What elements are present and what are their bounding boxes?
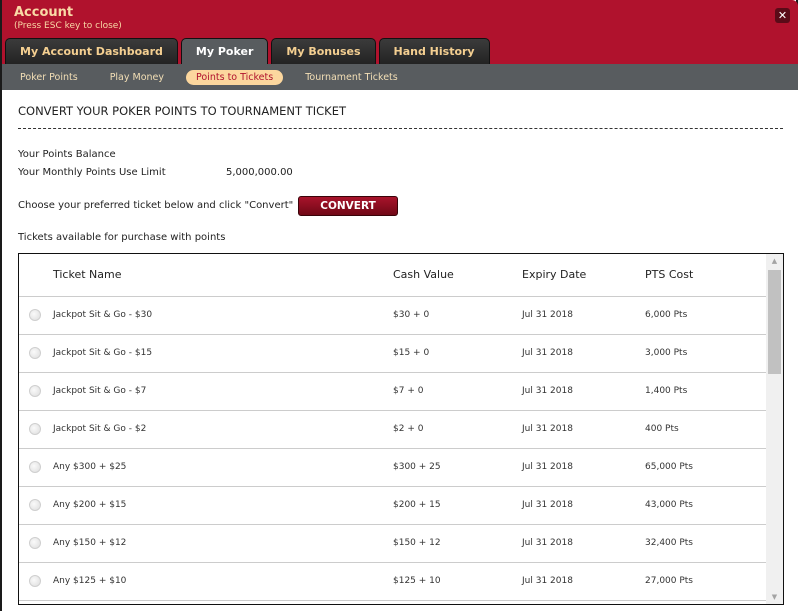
window-header: Account (Press ESC key to close) ✕ My Ac…: [2, 0, 798, 64]
expiry-date: Jul 31 2018: [522, 486, 645, 525]
page-title: CONVERT YOUR POKER POINTS TO TOURNAMENT …: [18, 104, 346, 118]
tab-hand-history[interactable]: Hand History: [378, 38, 490, 64]
table-row[interactable]: Any $150 + $12 $150 + 12 Jul 31 2018 32,400…: [19, 524, 766, 563]
table-row[interactable]: Jackpot Sit & Go - $15 $15 + 0 Jul 31 2018…: [19, 334, 766, 373]
expiry-date: Jul 31 2018: [522, 524, 645, 563]
select-cell: [19, 296, 53, 335]
window-title: Account: [14, 5, 74, 20]
header-pts-cost: PTS Cost: [645, 254, 766, 297]
cash-value: $125 + 10: [393, 562, 522, 601]
ticket-name: Any $200 + $15: [53, 486, 393, 525]
table-row[interactable]: Any $125 + $10 $125 + 10 Jul 31 2018 27,000…: [19, 562, 766, 601]
cash-value: $200 + 15: [393, 486, 522, 525]
header-ticket-name: Ticket Name: [53, 254, 393, 297]
ticket-radio[interactable]: [29, 537, 41, 549]
header-expiry-date: Expiry Date: [522, 254, 645, 297]
account-window: Account (Press ESC key to close) ✕ My Ac…: [0, 0, 798, 611]
subtab-play-money[interactable]: Play Money: [100, 70, 174, 85]
convert-button[interactable]: CONVERT: [298, 196, 398, 216]
ticket-radio[interactable]: [29, 309, 41, 321]
pts-cost: 3,000 Pts: [645, 334, 766, 373]
tickets-label: Tickets available for purchase with poin…: [18, 232, 226, 243]
pts-cost: 27,000 Pts: [645, 562, 766, 601]
expiry-date: Jul 31 2018: [522, 448, 645, 487]
expiry-date: Jul 31 2018: [522, 410, 645, 449]
scrollbar-thumb[interactable]: [768, 270, 781, 374]
pts-cost: 1,400 Pts: [645, 372, 766, 411]
table-row[interactable]: Any $300 + $25 $300 + 25 Jul 31 2018 65,000…: [19, 448, 766, 487]
subtab-tournament-tickets[interactable]: Tournament Tickets: [295, 70, 408, 85]
main-tabs: My Account Dashboard My Poker My Bonuses…: [5, 38, 490, 64]
cash-value: $7 + 0: [393, 372, 522, 411]
table-row[interactable]: Jackpot Sit & Go - $2 $2 + 0 Jul 31 2018 40…: [19, 410, 766, 449]
tickets-table: Ticket Name Cash Value Expiry Date PTS C…: [18, 253, 784, 605]
pts-cost: 32,400 Pts: [645, 524, 766, 563]
table-row[interactable]: Any $200 + $15 $200 + 15 Jul 31 2018 43,000…: [19, 486, 766, 525]
subtab-points-to-tickets[interactable]: Points to Tickets: [186, 69, 284, 85]
close-icon[interactable]: ✕: [775, 8, 790, 23]
table-row[interactable]: Jackpot Sit & Go - $30 $30 + 0 Jul 31 2018…: [19, 296, 766, 335]
ticket-name: Any $150 + $12: [53, 524, 393, 563]
ticket-name: Jackpot Sit & Go - $7: [53, 372, 393, 411]
cash-value: $150 + 12: [393, 524, 522, 563]
pts-cost: 6,000 Pts: [645, 296, 766, 335]
pts-cost: 43,000 Pts: [645, 486, 766, 525]
monthly-limit-label: Your Monthly Points Use Limit: [18, 167, 166, 178]
ticket-radio[interactable]: [29, 423, 41, 435]
instruction-text: Choose your preferred ticket below and c…: [18, 200, 294, 211]
select-cell: [19, 562, 53, 601]
tab-my-account-dashboard[interactable]: My Account Dashboard: [5, 38, 178, 64]
ticket-radio[interactable]: [29, 385, 41, 397]
scroll-up-icon[interactable]: ▲: [766, 257, 783, 265]
pts-cost: 65,000 Pts: [645, 448, 766, 487]
window-subtitle: (Press ESC key to close): [14, 21, 122, 31]
tab-my-poker[interactable]: My Poker: [180, 38, 269, 64]
select-cell: [19, 524, 53, 563]
ticket-name: Any $125 + $10: [53, 562, 393, 601]
ticket-radio[interactable]: [29, 347, 41, 359]
table-row[interactable]: Jackpot Sit & Go - $7 $7 + 0 Jul 31 2018 1,…: [19, 372, 766, 411]
ticket-name: Jackpot Sit & Go - $2: [53, 410, 393, 449]
scroll-down-icon[interactable]: ▼: [766, 593, 783, 601]
header-select: [19, 254, 53, 297]
ticket-name: Jackpot Sit & Go - $15: [53, 334, 393, 373]
ticket-name: Jackpot Sit & Go - $30: [53, 296, 393, 335]
monthly-limit-value: 5,000,000.00: [226, 167, 293, 178]
ticket-radio[interactable]: [29, 461, 41, 473]
select-cell: [19, 448, 53, 487]
expiry-date: Jul 31 2018: [522, 562, 645, 601]
select-cell: [19, 486, 53, 525]
scrollbar[interactable]: ▲ ▼: [766, 254, 783, 604]
expiry-date: Jul 31 2018: [522, 296, 645, 335]
ticket-radio[interactable]: [29, 575, 41, 587]
select-cell: [19, 410, 53, 449]
select-cell: [19, 334, 53, 373]
sub-navigation: Poker Points Play Money Points to Ticket…: [2, 64, 798, 90]
ticket-name: Any $300 + $25: [53, 448, 393, 487]
cash-value: $15 + 0: [393, 334, 522, 373]
ticket-radio[interactable]: [29, 499, 41, 511]
pts-cost: 400 Pts: [645, 410, 766, 449]
cash-value: $300 + 25: [393, 448, 522, 487]
subtab-poker-points[interactable]: Poker Points: [10, 70, 88, 85]
points-balance-label: Your Points Balance: [18, 149, 116, 160]
expiry-date: Jul 31 2018: [522, 372, 645, 411]
content-panel: CONVERT YOUR POKER POINTS TO TOURNAMENT …: [2, 90, 798, 611]
expiry-date: Jul 31 2018: [522, 334, 645, 373]
table-header-row: Ticket Name Cash Value Expiry Date PTS C…: [19, 254, 766, 297]
select-cell: [19, 372, 53, 411]
cash-value: $30 + 0: [393, 296, 522, 335]
cash-value: $2 + 0: [393, 410, 522, 449]
header-cash-value: Cash Value: [393, 254, 522, 297]
divider: [18, 128, 783, 129]
tab-my-bonuses[interactable]: My Bonuses: [271, 38, 376, 64]
